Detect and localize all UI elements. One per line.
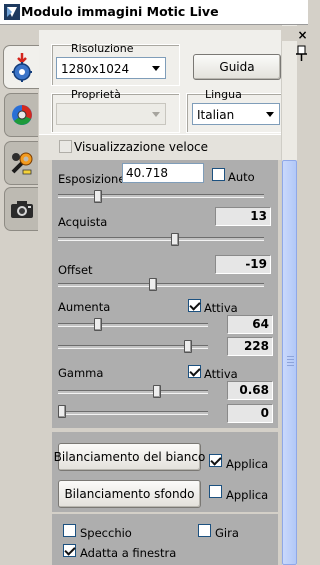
exposure-auto-label: Auto — [228, 170, 255, 184]
gamma-label: Gamma — [58, 366, 104, 380]
mirror-checkbox[interactable] — [63, 524, 76, 537]
tab-color[interactable] — [4, 93, 38, 137]
white-balance-apply-label: Applica — [226, 457, 269, 471]
gain-slider-1-thumb[interactable] — [93, 318, 102, 331]
gamma-active-label: Attiva — [204, 367, 238, 381]
camera-controls-panel: Esposizione 40.718 Auto Acquista 13 Offs… — [52, 160, 278, 428]
fit-window-checkbox[interactable] — [63, 544, 76, 557]
fast-view-checkbox[interactable] — [59, 140, 72, 153]
rotate-checkbox[interactable] — [198, 524, 211, 537]
mirror-label: Specchio — [80, 526, 132, 540]
background-balance-apply-label: Applica — [226, 488, 269, 502]
gain-label: Aumenta — [58, 300, 111, 314]
gamma-value-1: 0.68 — [227, 381, 273, 400]
language-label: Lingua — [205, 88, 242, 101]
language-value: Italian — [197, 108, 235, 122]
fast-view-label: Visualizzazione veloce — [74, 140, 209, 154]
view-options-panel: Specchio Gira Adatta a finestra — [52, 514, 278, 565]
white-balance-panel: Bilanciamento del bianco Applica Bilanci… — [52, 432, 278, 512]
acquire-slider-thumb[interactable] — [170, 233, 179, 246]
gamma-slider-1-thumb[interactable] — [153, 385, 162, 398]
properties-dropdown[interactable] — [56, 103, 166, 125]
wrench-tools-icon — [11, 152, 32, 175]
resolution-value: 1280x1024 — [61, 62, 130, 76]
rotate-label: Gira — [215, 526, 239, 540]
background-balance-button[interactable]: Bilanciamento sfondo — [58, 480, 201, 508]
white-balance-apply-checkbox[interactable] — [209, 454, 222, 467]
exposure-auto-checkbox[interactable] — [212, 168, 225, 181]
scrollbar-grip — [287, 359, 294, 360]
chevron-down-icon[interactable] — [261, 104, 279, 124]
language-dropdown[interactable]: Italian — [192, 103, 280, 125]
color-wheel-icon — [11, 105, 32, 125]
acquire-value: 13 — [215, 207, 271, 226]
gain-active-checkbox[interactable] — [188, 299, 201, 312]
gain-slider-2-thumb[interactable] — [184, 340, 193, 353]
scrollbar-grip — [287, 362, 294, 363]
resolution-dropdown[interactable]: 1280x1024 — [56, 57, 166, 79]
pin-icon[interactable] — [295, 44, 308, 62]
gamma-active-checkbox[interactable] — [188, 365, 201, 378]
offset-value: -19 — [215, 255, 271, 274]
title-bar[interactable]: Modulo immagini Motic Live — [0, 0, 308, 25]
app-icon — [4, 4, 20, 20]
guide-button[interactable]: Guida — [193, 54, 281, 80]
exposure-input[interactable]: 40.718 — [122, 163, 204, 183]
tab-tools[interactable] — [4, 141, 38, 185]
properties-label: Proprietà — [71, 88, 121, 101]
offset-slider-thumb[interactable] — [149, 278, 158, 291]
dock-strip — [297, 25, 308, 565]
window-title: Modulo immagini Motic Live — [21, 4, 219, 19]
fit-window-label: Adatta a finestra — [80, 546, 177, 560]
gain-value-2: 228 — [227, 337, 273, 356]
close-icon[interactable]: × — [297, 28, 308, 42]
white-balance-button[interactable]: Bilanciamento del bianco — [54, 443, 205, 471]
camera-gear-icon — [11, 53, 32, 82]
exposure-slider-track[interactable] — [58, 194, 264, 198]
offset-slider-track[interactable] — [58, 283, 264, 287]
scrollbar-grip — [287, 365, 294, 366]
gain-value-1: 64 — [227, 315, 273, 334]
tab-capture[interactable] — [4, 187, 38, 231]
resolution-label: Risoluzione — [71, 42, 134, 55]
chevron-down-icon[interactable] — [147, 104, 165, 124]
gamma-slider-2-thumb[interactable] — [58, 405, 66, 418]
background-balance-apply-checkbox[interactable] — [209, 485, 222, 498]
gamma-slider-2-track[interactable] — [58, 411, 208, 415]
scrollbar-grip — [287, 356, 294, 357]
camera-icon — [10, 201, 33, 218]
gain-active-label: Attiva — [204, 301, 238, 315]
acquire-label: Acquista — [58, 215, 108, 229]
offset-label: Offset — [58, 263, 93, 277]
tab-camera-settings[interactable] — [3, 45, 39, 89]
exposure-slider-thumb[interactable] — [93, 190, 102, 203]
scroll-up-button[interactable] — [281, 26, 297, 41]
gain-slider-1-track[interactable] — [58, 323, 208, 327]
chevron-down-icon[interactable] — [147, 58, 165, 78]
scrollbar-thumb[interactable] — [282, 160, 297, 565]
acquire-slider-track[interactable] — [58, 237, 264, 241]
gamma-slider-1-track[interactable] — [58, 390, 208, 394]
fast-view-row: Visualizzazione veloce — [39, 134, 289, 160]
gamma-value-2: 0 — [227, 404, 273, 423]
exposure-label: Esposizione — [58, 172, 126, 186]
vertical-tab-strip — [0, 25, 39, 565]
